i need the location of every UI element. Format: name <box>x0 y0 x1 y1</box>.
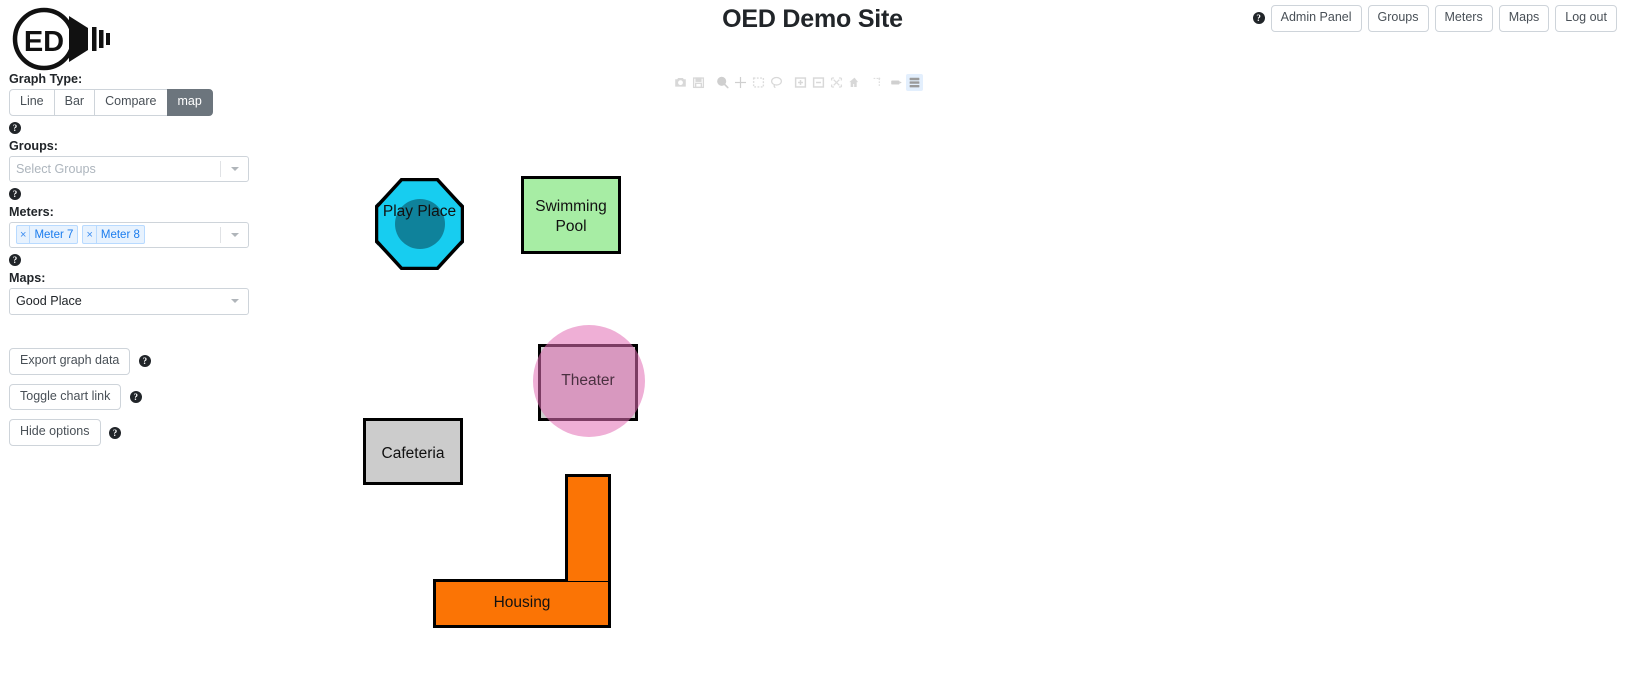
zoom-icon[interactable] <box>714 74 731 91</box>
nav-groups-button[interactable]: Groups <box>1367 5 1429 32</box>
groups-placeholder: Select Groups <box>16 161 96 176</box>
graph-type-compare-button[interactable]: Compare <box>94 89 168 116</box>
meter-chip-remove-icon[interactable]: × <box>17 226 31 244</box>
page-header: ED OED Demo Site ? Admin Panel Groups Me… <box>0 0 1625 78</box>
groups-chevron-down-icon[interactable] <box>231 166 239 171</box>
meter-chip[interactable]: × Meter 7 <box>16 225 79 245</box>
hide-options-row: Hide options ? <box>9 419 270 446</box>
map-shape-label-cafeteria: Cafeteria <box>381 445 445 462</box>
meter-chip-remove-icon[interactable]: × <box>83 226 97 244</box>
nav-meters-button[interactable]: Meters <box>1434 5 1493 32</box>
groups-label: Groups: <box>9 138 58 153</box>
hide-options-button[interactable]: Hide options <box>9 419 101 446</box>
nav-admin-panel-button[interactable]: Admin Panel <box>1270 5 1362 32</box>
graph-type-map-button[interactable]: map <box>166 89 213 116</box>
meters-chevron-down-icon[interactable] <box>231 232 239 237</box>
graph-type-button-group: Line Bar Compare map <box>9 89 270 116</box>
housing-vertical-wing <box>565 474 611 582</box>
plot-modebar <box>672 74 923 91</box>
toggle-chart-link-help-icon[interactable]: ? <box>129 390 142 403</box>
hide-options-help-icon[interactable]: ? <box>108 426 121 439</box>
reset-axes-icon[interactable] <box>846 74 863 91</box>
meter-chip-label: Meter 7 <box>34 228 74 241</box>
housing-seam <box>568 578 608 581</box>
meter-chip-label: Meter 8 <box>100 228 140 241</box>
toggle-chart-link-row: Toggle chart link ? <box>9 383 270 411</box>
meters-help-icon[interactable]: ? <box>9 253 21 266</box>
graph-type-help-icon[interactable]: ? <box>9 121 21 134</box>
zoom-in-icon[interactable] <box>792 74 809 91</box>
housing-horizontal-wing <box>433 579 611 628</box>
box-select-icon[interactable] <box>750 74 767 91</box>
toggle-chart-link-button[interactable]: Toggle chart link <box>9 383 122 411</box>
nav-maps-button[interactable]: Maps <box>1498 5 1550 32</box>
maps-chevron-down-icon[interactable] <box>231 299 239 304</box>
groups-help-row: ? <box>9 185 270 200</box>
graph-type-bar-button[interactable]: Bar <box>53 89 96 116</box>
maps-selected-value: Good Place <box>16 294 82 309</box>
save-icon[interactable] <box>690 74 707 91</box>
meters-select[interactable]: × Meter 7 × Meter 8 <box>9 221 249 248</box>
download-plot-png-icon[interactable] <box>672 74 689 91</box>
autoscale-icon[interactable] <box>828 74 845 91</box>
hover-compare-data-icon[interactable] <box>888 74 905 91</box>
maps-label: Maps: <box>9 270 46 285</box>
graph-type-help-row: ? <box>9 119 270 134</box>
map-shape-label-theater: Theater <box>561 372 615 389</box>
groups-separator <box>220 160 221 177</box>
meters-separator <box>220 226 221 243</box>
map-shape-label-swimming-pool: Swimming Pool <box>535 198 607 236</box>
nav-log-out-button[interactable]: Log out <box>1555 5 1617 32</box>
meter-chip[interactable]: × Meter 8 <box>82 225 145 245</box>
toggle-spike-lines-icon[interactable] <box>870 74 887 91</box>
top-navigation: ? Admin Panel Groups Meters Maps Log out <box>1252 5 1617 32</box>
options-sidebar: Graph Type: Line Bar Compare map ? Group… <box>0 72 270 446</box>
map-shape-housing[interactable]: Housing <box>433 474 611 628</box>
meters-label: Meters: <box>9 204 54 219</box>
map-shape-swimming-pool[interactable]: Swimming Pool <box>521 176 621 254</box>
export-graph-data-button[interactable]: Export graph data <box>9 347 131 375</box>
export-graph-data-help-icon[interactable]: ? <box>138 355 151 368</box>
play-place-meter-bubble[interactable] <box>395 199 445 249</box>
map-shape-play-place[interactable]: Play Place <box>375 178 464 270</box>
navigation-help-icon[interactable]: ? <box>1252 12 1265 25</box>
show-closest-data-icon[interactable] <box>906 74 923 91</box>
groups-select[interactable]: Select Groups <box>9 155 249 182</box>
pan-icon[interactable] <box>732 74 749 91</box>
maps-select[interactable]: Good Place <box>9 287 249 315</box>
export-graph-data-row: Export graph data ? <box>9 347 270 375</box>
lasso-select-icon[interactable] <box>768 74 785 91</box>
graph-type-line-button[interactable]: Line <box>9 89 55 116</box>
graph-type-label: Graph Type: <box>9 72 83 86</box>
groups-help-icon[interactable]: ? <box>9 187 21 200</box>
meters-help-row: ? <box>9 251 270 266</box>
zoom-out-icon[interactable] <box>810 74 827 91</box>
